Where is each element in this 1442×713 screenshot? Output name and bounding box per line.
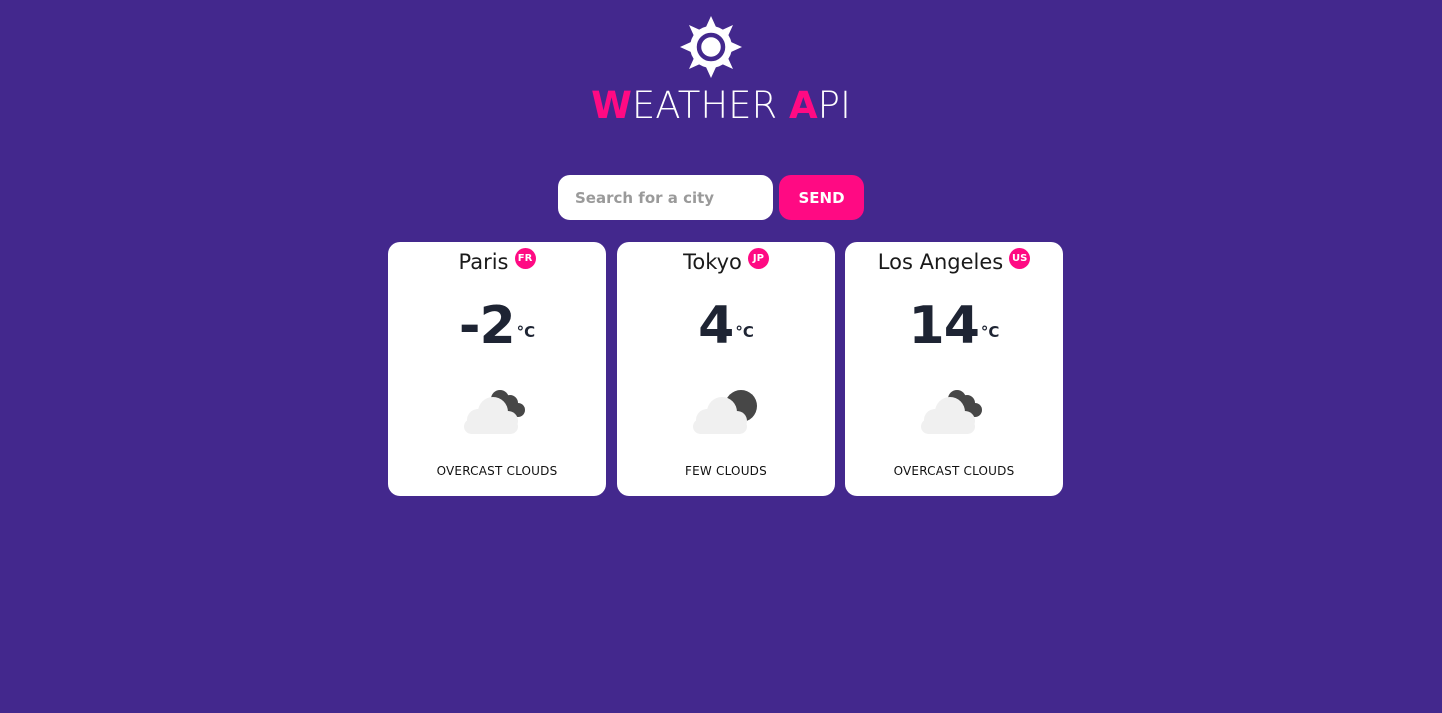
card-header: Paris FR	[388, 248, 606, 276]
few-clouds-night-icon	[693, 390, 757, 434]
temperature: 4 °C	[617, 294, 835, 358]
temperature: 14 °C	[845, 294, 1063, 358]
card-header: Los Angeles US	[845, 248, 1063, 276]
weather-condition: OVERCAST CLOUDS	[893, 464, 1015, 478]
city-name: Tokyo	[683, 250, 742, 274]
title-accent-a: A	[789, 84, 818, 127]
title-part-eather: EATHER	[631, 84, 790, 127]
country-badge: JP	[747, 248, 769, 269]
overcast-clouds-icon	[464, 390, 525, 434]
city-name: Paris	[458, 250, 509, 274]
temperature: -2 °C	[388, 294, 606, 358]
overcast-clouds-icon	[921, 390, 982, 434]
temperature-unit: °C	[980, 323, 1000, 341]
app-title: WEATHER API	[0, 83, 1442, 129]
title-part-pi: PI	[817, 84, 851, 127]
weather-card-los-angeles: Los Angeles US 14 °C OVERCAST CLOUDS	[845, 242, 1063, 496]
country-badge: US	[1009, 248, 1031, 269]
sun-icon	[680, 16, 742, 78]
weather-card-paris: Paris FR -2 °C OVERCAST CLOUDS	[388, 242, 606, 496]
weather-condition: FEW CLOUDS	[685, 464, 767, 478]
temperature-value: -2	[458, 296, 516, 356]
weather-app: WEATHER API SEND ParisFR -2°C OVERCAST C…	[0, 0, 1442, 713]
send-button[interactable]: SEND	[779, 175, 864, 220]
temperature-unit: °C	[735, 323, 754, 341]
title-accent-w: W	[591, 84, 632, 127]
card-header: Tokyo JP	[617, 248, 835, 276]
city-name: Los Angeles	[877, 250, 1004, 274]
weather-condition: OVERCAST CLOUDS	[436, 464, 558, 478]
weather-card-tokyo: Tokyo JP 4 °C FEW CLOUDS	[617, 242, 835, 496]
temperature-value: 4	[698, 296, 734, 356]
country-badge: FR	[514, 248, 536, 269]
temperature-value: 14	[908, 296, 980, 356]
city-search-input[interactable]	[558, 175, 773, 220]
temperature-unit: °C	[516, 323, 536, 341]
